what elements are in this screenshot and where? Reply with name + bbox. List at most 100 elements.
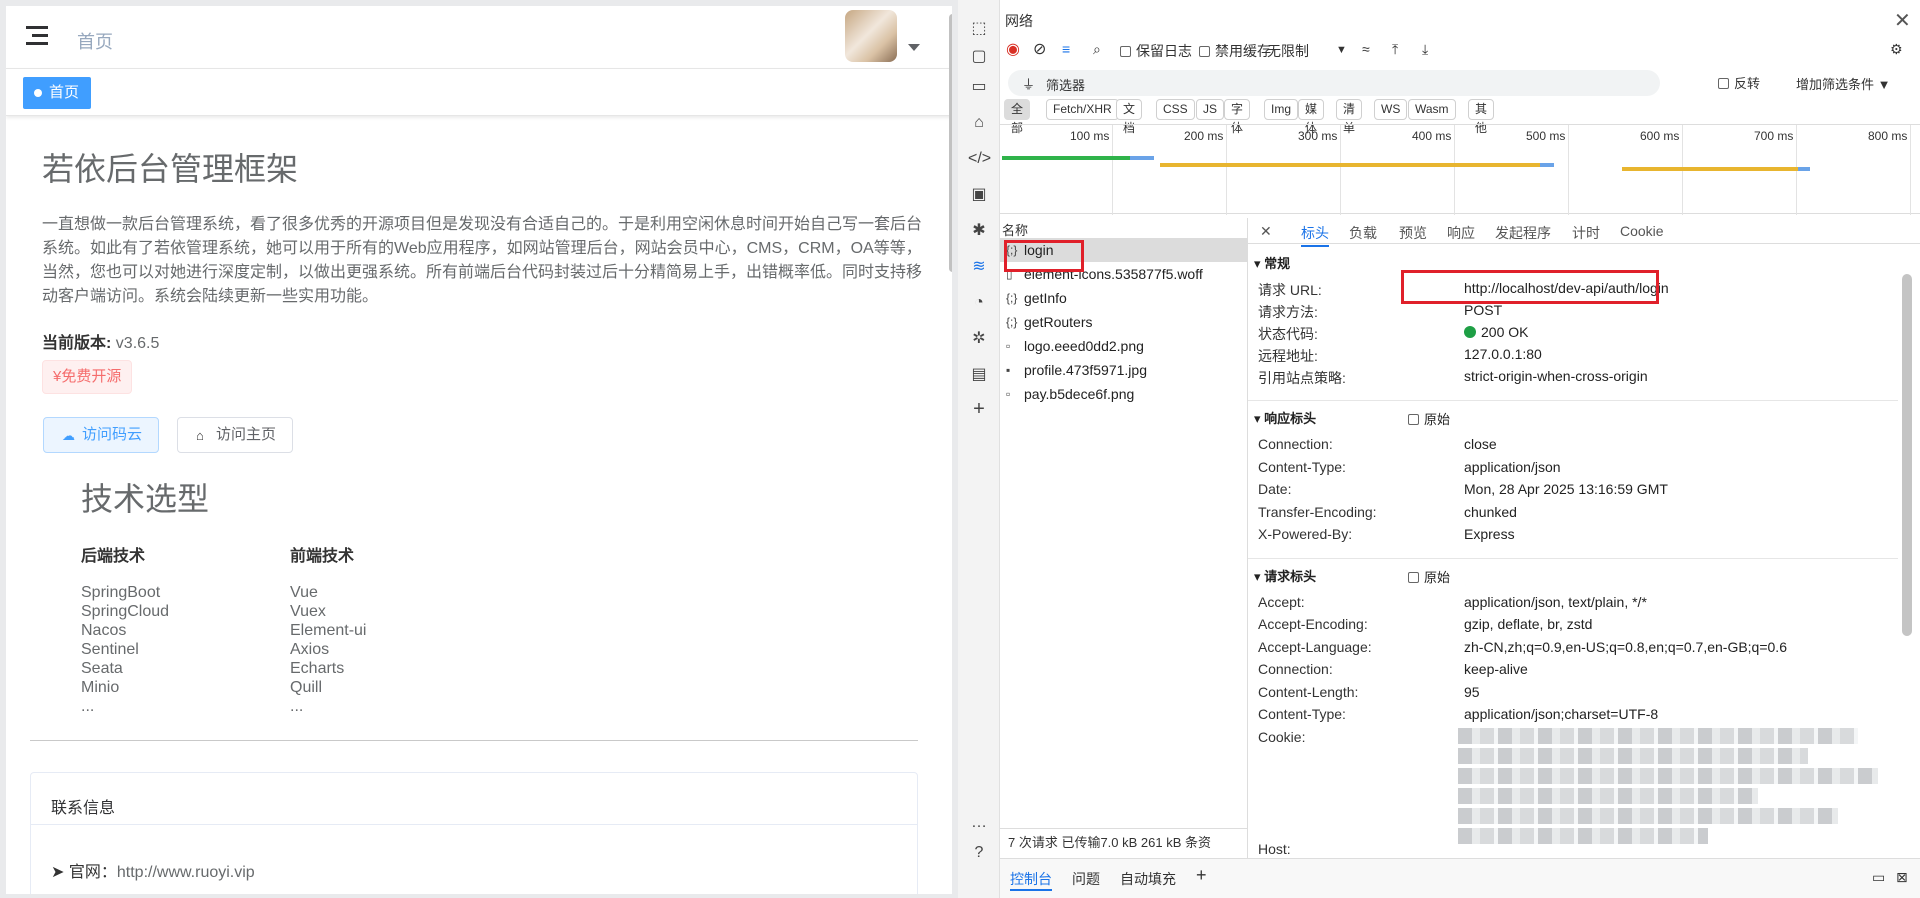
search-icon[interactable]: ⌕ [1093, 41, 1101, 58]
inspect-icon[interactable]: ⬚ [968, 18, 990, 40]
download-icon[interactable]: ⤓ [1422, 41, 1428, 58]
throttle-select[interactable]: 无限制 [1267, 41, 1309, 61]
waterfall-bar [1622, 167, 1798, 171]
raw-checkbox[interactable]: 原始 [1408, 409, 1450, 428]
tab-headers[interactable]: 标头 [1301, 223, 1329, 247]
tab-response[interactable]: 响应 [1447, 223, 1475, 243]
more-filters-dropdown[interactable]: 增加筛选条件 ▼ [1796, 74, 1891, 93]
record-icon[interactable]: ◉ [1006, 39, 1020, 59]
frontend-title: 前端技术 [290, 548, 355, 565]
filter-input[interactable]: ⏚ 筛选器 [1008, 70, 1660, 96]
detail-tabs: ✕ 标头 负载 预览 响应 发起程序 计时 Cookie [1248, 218, 1920, 247]
avatar[interactable] [845, 10, 897, 62]
chip-all[interactable]: 全部 [1004, 99, 1031, 135]
redacted-cookie [1458, 828, 1708, 844]
more-icon[interactable]: … [968, 812, 990, 834]
visit-gitee-button[interactable]: ☁ 访问码云 [43, 417, 160, 453]
chip-fetch[interactable]: Fetch/XHR [1046, 99, 1119, 120]
header-value: keep-alive [1464, 661, 1528, 677]
highlight-box [1004, 240, 1084, 272]
redacted-cookie [1458, 748, 1808, 764]
chip-css[interactable]: CSS [1156, 99, 1195, 120]
tab-issues[interactable]: 问题 [1072, 869, 1100, 889]
detail-scrollbar[interactable] [1902, 274, 1912, 636]
caret-down-icon[interactable] [908, 44, 920, 51]
close-icon[interactable]: ✕ [1894, 8, 1911, 33]
add-tab-icon[interactable]: + [1196, 865, 1207, 886]
console-icon[interactable]: ▣ [968, 184, 990, 206]
chip-manifest[interactable]: 清单 [1336, 99, 1363, 135]
backend-title: 后端技术 [81, 548, 146, 565]
bug-icon[interactable]: ✱ [968, 220, 990, 242]
version: 当前版本: v3.6.5 [42, 335, 160, 352]
header-value: Mon, 28 Apr 2025 13:16:59 GMT [1464, 481, 1668, 497]
filter-icon[interactable]: ≡ [1062, 41, 1070, 57]
contact-card: 联系信息 ➤ 官网：http://www.ruoyi.vip [30, 772, 918, 894]
dock-icon[interactable]: ▭ [1872, 869, 1885, 886]
request-row[interactable]: ▫ logo.eeed0dd2.png [1000, 334, 1248, 358]
gear-icon[interactable]: ✲ [968, 328, 990, 350]
tab-preview[interactable]: 预览 [1399, 223, 1427, 243]
close-drawer-icon[interactable]: ⊠ [1896, 869, 1908, 886]
clear-icon[interactable]: ⊘ [1033, 39, 1046, 59]
chip-font[interactable]: 字体 [1224, 99, 1251, 135]
network-conditions-icon[interactable]: ≈ [1362, 41, 1370, 57]
request-row[interactable]: {;} getRouters [1000, 310, 1248, 334]
close-detail-icon[interactable]: ✕ [1260, 223, 1272, 240]
chip-other[interactable]: 其他 [1468, 99, 1495, 135]
xhr-icon: {;} [1006, 291, 1018, 305]
general-section-header[interactable]: ▾ 常规 [1254, 253, 1290, 272]
hamburger-icon[interactable] [26, 26, 50, 46]
invert-checkbox[interactable]: 反转 [1718, 73, 1760, 92]
contact-title: 联系信息 [31, 773, 917, 825]
header-value: close [1464, 436, 1497, 452]
settings-gear-icon[interactable]: ⚙ [1890, 41, 1903, 58]
breadcrumb[interactable]: 首页 [77, 28, 113, 54]
upload-icon[interactable]: ⤒ [1392, 41, 1398, 58]
raw-checkbox[interactable]: 原始 [1408, 567, 1450, 586]
tab-initiator[interactable]: 发起程序 [1495, 223, 1551, 243]
request-row[interactable]: ▪ profile.473f5971.jpg [1000, 358, 1248, 382]
chip-wasm[interactable]: Wasm [1408, 99, 1456, 120]
request-headers-section-header[interactable]: ▾ 请求标头 [1254, 566, 1316, 585]
site-link[interactable]: http://www.ruoyi.vip [117, 864, 255, 881]
header-key: Connection: [1258, 436, 1333, 452]
request-row[interactable]: ▫ pay.b5dece6f.png [1000, 382, 1248, 406]
tab-timing[interactable]: 计时 [1572, 223, 1600, 243]
backend-list: SpringBoot SpringCloud Nacos Sentinel Se… [81, 584, 170, 715]
tab-autofill[interactable]: 自动填充 [1120, 869, 1176, 889]
home-icon[interactable]: ⌂ [968, 112, 990, 134]
waterfall-overview[interactable]: 100 ms 200 ms 300 ms 400 ms 500 ms 600 m… [1000, 124, 1920, 215]
image-icon: ▪ [1006, 363, 1011, 377]
performance-icon[interactable]: ◔ [968, 292, 990, 314]
chip-ws[interactable]: WS [1374, 99, 1408, 120]
tags-view: 首页 [6, 68, 952, 116]
drawer-tabs: 控制台 问题 自动填充 + ▭ ⊠ [1000, 858, 1920, 898]
chip-img[interactable]: Img [1264, 99, 1299, 120]
application-icon[interactable]: ▤ [968, 364, 990, 386]
chip-js[interactable]: JS [1196, 99, 1225, 120]
window-icon[interactable]: ▭ [968, 76, 990, 98]
tab-console[interactable]: 控制台 [1010, 869, 1052, 891]
name-column-header[interactable]: 名称 [1002, 220, 1028, 239]
device-icon[interactable]: ▢ [968, 46, 990, 68]
general-key: 请求方法: [1258, 304, 1318, 320]
tag-home[interactable]: 首页 [23, 77, 92, 109]
plus-icon[interactable]: + [968, 398, 990, 420]
tab-cookie[interactable]: Cookie [1620, 223, 1664, 239]
request-row[interactable]: {;} getInfo [1000, 286, 1248, 310]
chip-media[interactable]: 媒体 [1298, 99, 1325, 135]
wifi-icon[interactable]: ≋ [968, 256, 990, 278]
help-icon[interactable]: ? [968, 842, 990, 864]
request-detail: ✕ 标头 负载 预览 响应 发起程序 计时 Cookie ▾ 常规 请求 URL… [1248, 218, 1920, 858]
response-headers-section-header[interactable]: ▾ 响应标头 [1254, 408, 1316, 427]
chip-doc[interactable]: 文档 [1116, 99, 1143, 135]
disable-cache-checkbox[interactable]: 禁用缓存 [1199, 41, 1271, 61]
visit-home-button[interactable]: ⌂ 访问主页 [177, 417, 294, 453]
tab-payload[interactable]: 负载 [1349, 223, 1377, 243]
header-key: Accept-Encoding: [1258, 616, 1368, 632]
chevron-down-icon[interactable]: ▼ [1336, 44, 1347, 56]
app-scrollbar[interactable] [949, 14, 952, 272]
code-icon[interactable]: </> [968, 148, 991, 170]
preserve-log-checkbox[interactable]: 保留日志 [1120, 41, 1192, 61]
